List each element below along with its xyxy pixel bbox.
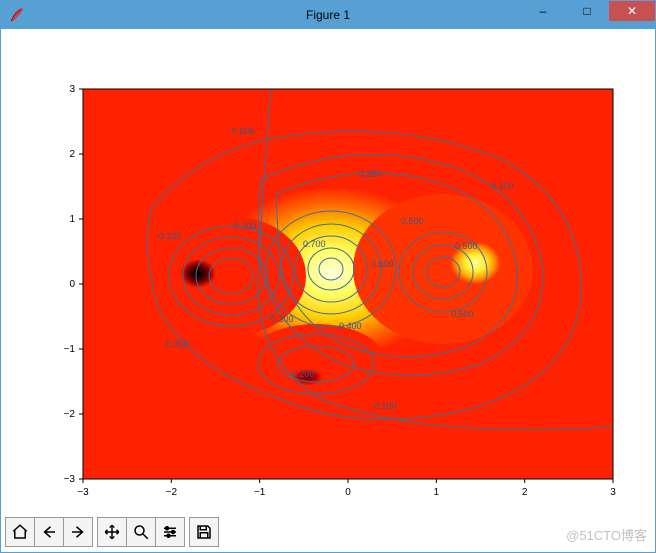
titlebar[interactable]: Figure 1 – □ ✕ (1, 1, 655, 29)
svg-text:0.400: 0.400 (339, 321, 362, 331)
zoom-button[interactable] (126, 518, 155, 546)
tk-feather-icon (7, 5, 27, 25)
svg-text:0.100: 0.100 (491, 181, 514, 191)
plot-svg: -0.005 -0.200 -0.300 0.300 0.700 0.600 0… (1, 29, 655, 514)
maximize-button[interactable]: □ (565, 1, 609, 21)
svg-text:0.500: 0.500 (451, 309, 474, 319)
axes: -0.005 -0.200 -0.300 0.300 0.700 0.600 0… (64, 84, 617, 498)
forward-button[interactable] (63, 518, 92, 546)
home-button[interactable] (6, 518, 34, 546)
svg-text:-0.100: -0.100 (371, 401, 397, 411)
y-tick-label: 1 (69, 214, 75, 225)
y-tick-label: 2 (69, 149, 75, 160)
svg-text:0.300: 0.300 (271, 314, 294, 324)
figure-canvas[interactable]: -0.005 -0.200 -0.300 0.300 0.700 0.600 0… (1, 29, 655, 514)
x-tick-label: −2 (166, 487, 178, 498)
pan-button[interactable] (98, 518, 126, 546)
y-tick-label: −3 (64, 474, 76, 485)
window-controls: – □ ✕ (521, 1, 655, 21)
svg-text:0.200: 0.200 (359, 169, 382, 179)
close-button[interactable]: ✕ (609, 1, 655, 21)
x-tick-label: −1 (254, 487, 266, 498)
configure-button[interactable] (155, 518, 184, 546)
svg-text:0.700: 0.700 (303, 239, 326, 249)
save-button[interactable] (190, 518, 218, 546)
svg-text:-0.300: -0.300 (163, 339, 189, 349)
svg-text:0.600: 0.600 (371, 259, 394, 269)
x-tick-label: 0 (345, 487, 351, 498)
x-tick-label: 2 (522, 487, 528, 498)
watermark: @51CTO博客 (566, 525, 647, 544)
x-tick-label: 3 (610, 487, 616, 498)
y-tick-label: 0 (69, 279, 75, 290)
mpl-toolbar (5, 516, 223, 548)
svg-text:-0.200: -0.200 (289, 369, 315, 379)
svg-text:0.500: 0.500 (455, 241, 478, 251)
back-button[interactable] (34, 518, 63, 546)
minimize-button[interactable]: – (521, 1, 565, 21)
y-tick-label: −2 (64, 409, 76, 420)
svg-text:-0.200: -0.200 (156, 231, 182, 241)
y-tick-label: −1 (64, 344, 76, 355)
svg-text:-0.005: -0.005 (229, 126, 255, 136)
x-tick-label: 1 (434, 487, 440, 498)
svg-text:-0.200: -0.200 (231, 221, 257, 231)
y-tick-label: 3 (69, 84, 75, 95)
window-frame: Figure 1 – □ ✕ (0, 0, 656, 553)
svg-text:0.500: 0.500 (401, 216, 424, 226)
x-tick-label: −3 (77, 487, 89, 498)
